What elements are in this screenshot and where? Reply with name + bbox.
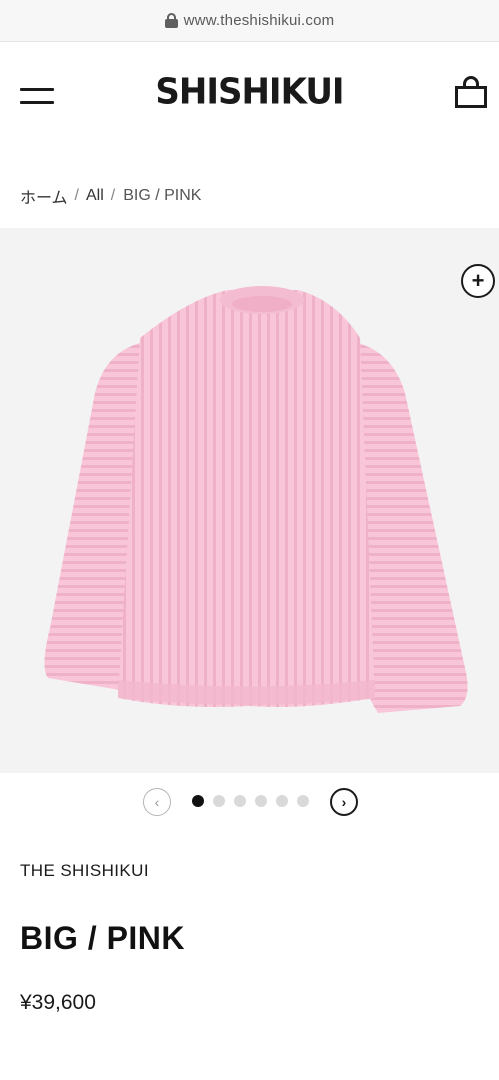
carousel-dot-5[interactable] (276, 795, 288, 807)
pink-sweater-illustration (0, 228, 499, 773)
zoom-button[interactable]: + (461, 264, 495, 298)
breadcrumb-home[interactable]: ホーム (20, 184, 68, 208)
carousel-dot-2[interactable] (213, 795, 225, 807)
carousel-dot-6[interactable] (297, 795, 309, 807)
product-image[interactable] (0, 228, 499, 773)
lock-icon (164, 13, 178, 28)
shopping-bag-icon[interactable] (454, 76, 488, 108)
image-carousel-controls: ‹ › (0, 786, 499, 816)
site-header: SHISHIKUI (0, 42, 499, 142)
product-title: BIG / PINK (20, 920, 186, 956)
breadcrumb-current: BIG / PINK (123, 187, 202, 204)
breadcrumb-separator: / (74, 187, 79, 204)
carousel-dot-3[interactable] (234, 795, 246, 807)
carousel-dot-1[interactable] (192, 795, 204, 807)
breadcrumb: ホーム / All / BIG / PINK (20, 184, 201, 208)
carousel-dot-4[interactable] (255, 795, 267, 807)
previous-image-button[interactable]: ‹ (143, 788, 171, 816)
breadcrumb-all[interactable]: All (86, 187, 104, 205)
site-logo[interactable]: SHISHIKUI (0, 71, 499, 113)
next-image-button[interactable]: › (330, 788, 358, 816)
browser-url-bar[interactable]: www.theshishikui.com (0, 0, 499, 42)
product-brand[interactable]: THE SHISHIKUI (20, 861, 149, 881)
breadcrumb-separator: / (110, 187, 116, 204)
product-price: ¥39,600 (20, 991, 96, 1014)
url-text: www.theshishikui.com (183, 12, 335, 29)
